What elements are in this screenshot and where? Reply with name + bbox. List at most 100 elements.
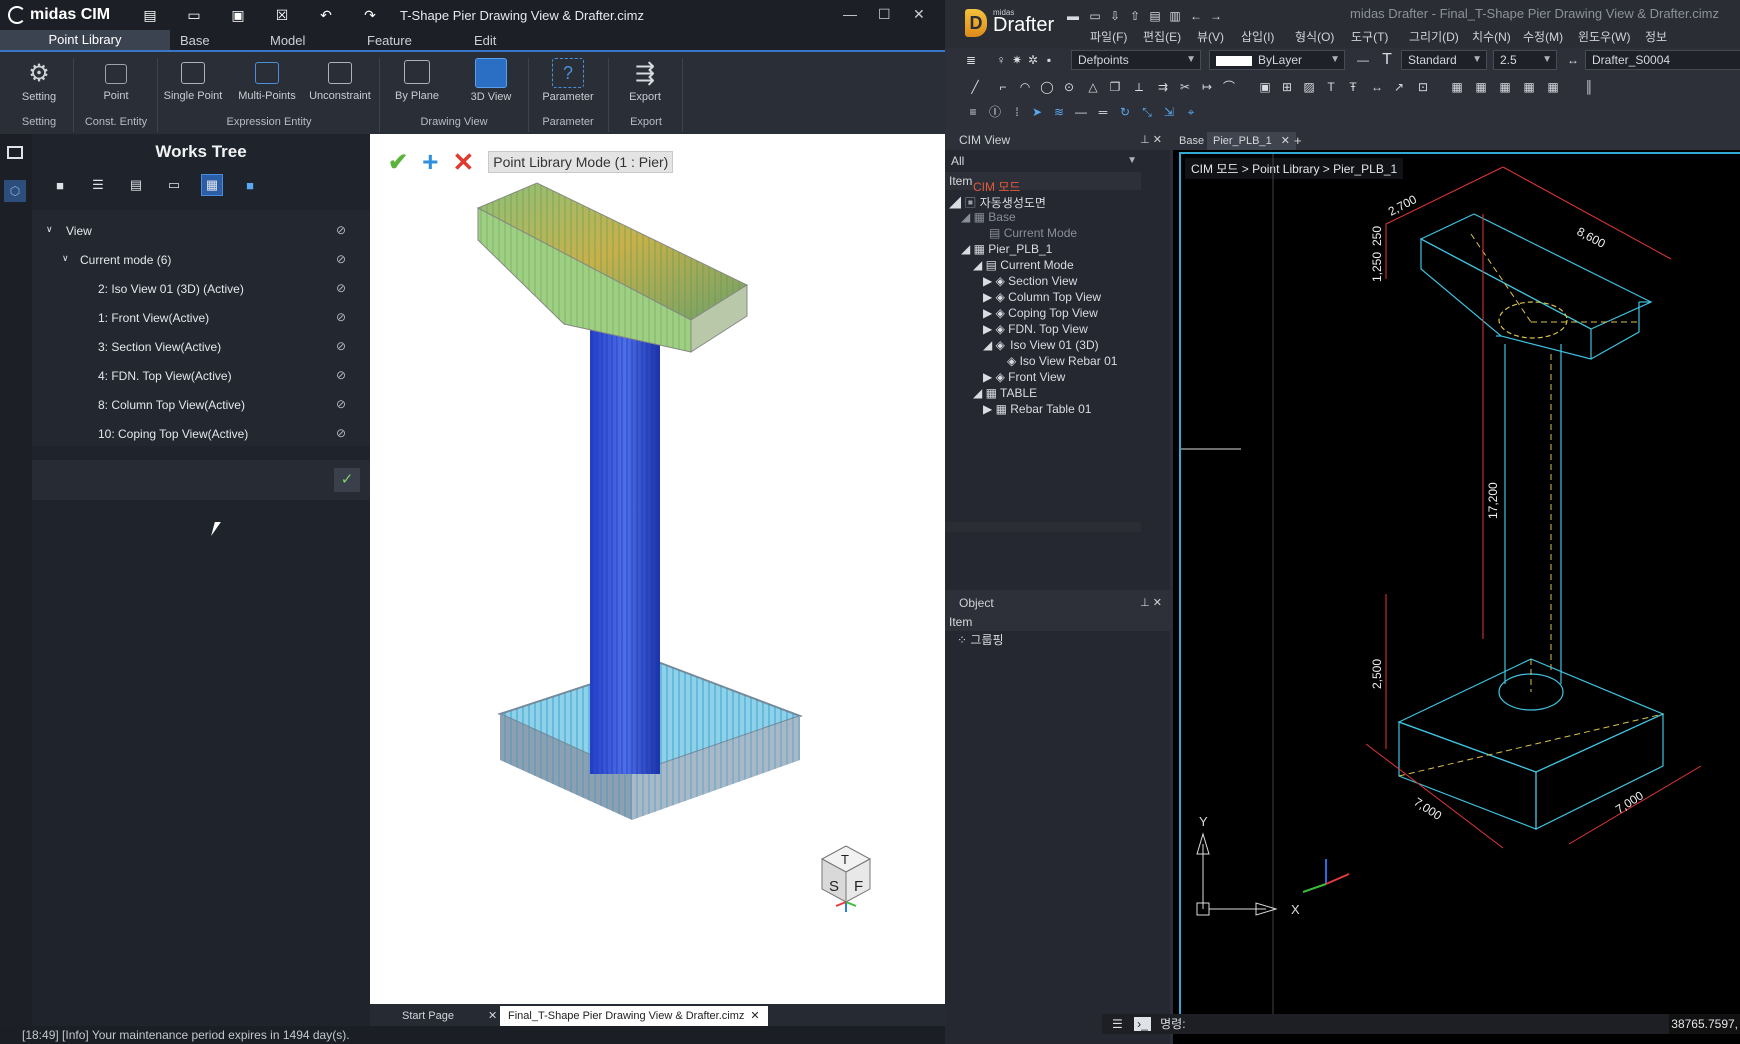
stretch-icon[interactable]: ⇲: [1161, 104, 1177, 120]
layer-stack-icon[interactable]: ≋: [1051, 104, 1067, 120]
text-icon[interactable]: T: [1323, 79, 1339, 95]
multiline-icon[interactable]: ═: [1095, 104, 1111, 120]
line-icon[interactable]: ╱: [967, 79, 983, 95]
redo-icon[interactable]: →: [1208, 8, 1224, 24]
tree-row-table[interactable]: ◢ ▦ TABLE: [973, 386, 1037, 403]
close-window-button[interactable]: ✕: [913, 6, 925, 23]
tree-item[interactable]: 8: Column Top View(Active) ⊘: [32, 390, 370, 419]
blue-cube-icon[interactable]: ■: [240, 175, 260, 195]
setting-button[interactable]: ⚙ Setting: [4, 58, 74, 108]
menu-draw[interactable]: 그리기(D): [1409, 28, 1459, 45]
expand-icon[interactable]: ▶: [983, 306, 992, 320]
visibility-off-icon[interactable]: ⊘: [336, 426, 346, 440]
offset-icon[interactable]: ⇉: [1155, 79, 1171, 95]
tree-row-auto-drawing[interactable]: ◢ ▣ 자동생성도면: [949, 194, 1046, 211]
screen-icon[interactable]: ▭: [164, 175, 184, 195]
document-icon[interactable]: ▤: [126, 175, 146, 195]
visibility-off-icon[interactable]: ⊘: [336, 281, 346, 295]
by-plane-button[interactable]: By Plane: [382, 58, 452, 108]
tree-row-rebar-table[interactable]: ▶ ▦ Rebar Table 01: [983, 402, 1091, 419]
visibility-off-icon[interactable]: ⊘: [336, 368, 346, 382]
menu-lines-icon[interactable]: ☰: [1112, 1017, 1123, 1031]
dim-style-select[interactable]: Drafter_S0004: [1585, 50, 1740, 70]
close-icon[interactable]: ✕: [488, 1010, 497, 1022]
tree-row-coping-top-view[interactable]: ▶ ◈ Coping Top View: [983, 306, 1098, 323]
tab-pier[interactable]: Pier_PLB_1 ✕: [1207, 132, 1296, 150]
mirror-icon[interactable]: ⟂: [1131, 79, 1147, 95]
menu-edit[interactable]: Edit: [474, 33, 496, 48]
expand-icon[interactable]: ▶: [983, 274, 992, 288]
point-button[interactable]: Point: [81, 58, 151, 108]
freeze-icon[interactable]: ✲: [1025, 52, 1041, 68]
extend-icon[interactable]: ↦: [1199, 79, 1215, 95]
tree-row-iso-view[interactable]: ◢ ◈ Iso View 01 (3D): [983, 338, 1143, 355]
menu-dimension[interactable]: 치수(N): [1472, 28, 1511, 45]
tree-item[interactable]: 1: Front View(Active) ⊘: [32, 303, 370, 332]
menu-edit[interactable]: 편집(E): [1143, 28, 1181, 45]
menu-base[interactable]: Base: [180, 33, 210, 48]
cube-face-top[interactable]: T: [841, 852, 849, 867]
tree-row-column-top-view[interactable]: ▶ ◈ Column Top View: [983, 290, 1101, 307]
tab-start-page[interactable]: Start Page ✕: [394, 1006, 505, 1026]
layers-icon[interactable]: ☰: [88, 175, 108, 195]
command-line[interactable]: ☰ ›_ 명령:: [1102, 1014, 1740, 1034]
mtext-icon[interactable]: Ŧ: [1345, 79, 1361, 95]
tree-node-current-mode[interactable]: ∨ Current mode (6) ⊘: [32, 245, 370, 274]
expand-icon[interactable]: ◢: [949, 196, 961, 210]
solid-cube-icon[interactable]: ■: [50, 175, 70, 195]
table-merge-icon[interactable]: ▦: [1545, 79, 1561, 95]
unconstraint-button[interactable]: Unconstraint: [305, 58, 375, 108]
copy-icon[interactable]: ❐: [1107, 79, 1123, 95]
block-icon[interactable]: ▣: [1257, 79, 1273, 95]
undo-icon[interactable]: ←: [1188, 8, 1204, 24]
open-icon[interactable]: ▭: [1087, 8, 1103, 24]
visibility-off-icon[interactable]: ⊘: [336, 252, 346, 266]
table-col-icon[interactable]: ▦: [1521, 79, 1537, 95]
bulb-icon[interactable]: ♀: [993, 52, 1009, 68]
ellipse-icon[interactable]: ⊙: [1061, 79, 1077, 95]
close-file-icon[interactable]: ☒: [273, 6, 291, 24]
expand-icon[interactable]: ▶: [983, 290, 992, 304]
object-row-grouping[interactable]: ⁘ 그룹핑: [957, 631, 1004, 648]
expand-icon[interactable]: ◢: [961, 210, 970, 224]
3d-viewport[interactable]: ✔ + ✕ Point Library Mode (1 : Pier) T S …: [370, 134, 945, 1004]
list-icon[interactable]: ≡: [965, 104, 981, 120]
print-icon[interactable]: ▤: [1147, 8, 1163, 24]
maximize-button[interactable]: ☐: [878, 6, 891, 23]
tree-row-base[interactable]: ◢ ▦ Base: [961, 210, 1016, 227]
visibility-off-icon[interactable]: ⊘: [336, 310, 346, 324]
add-tab-button[interactable]: +: [1288, 132, 1308, 150]
text-style-icon[interactable]: T: [1379, 52, 1395, 68]
view-cube[interactable]: T S F: [820, 845, 872, 912]
menu-tools[interactable]: 도구(T): [1351, 28, 1388, 45]
pin-close-icons[interactable]: ⊥ ✕: [1140, 130, 1162, 150]
tree-row-current-mode[interactable]: ▤ Current Mode: [989, 226, 1077, 243]
close-icon[interactable]: ✕: [750, 1010, 759, 1022]
tree-row-section-view[interactable]: ▶ ◈ Section View: [983, 274, 1077, 291]
polyline-icon[interactable]: ⌐: [995, 79, 1011, 95]
menu-feature[interactable]: Feature: [367, 33, 412, 48]
measure-tool-icon[interactable]: ⌖: [1183, 104, 1199, 120]
triangle-icon[interactable]: △: [1085, 79, 1101, 95]
multi-points-button[interactable]: Multi-Points: [232, 58, 302, 108]
horizontal-scrollbar[interactable]: [945, 522, 1141, 532]
expand-icon[interactable]: ▶: [983, 322, 992, 336]
single-point-button[interactable]: Single Point: [158, 58, 228, 108]
rotate-icon[interactable]: ↻: [1117, 104, 1133, 120]
menu-file[interactable]: 파일(F): [1090, 28, 1127, 45]
expand-icon[interactable]: ▶: [983, 402, 992, 416]
menu-modify[interactable]: 수정(M): [1523, 28, 1563, 45]
tab-base[interactable]: Base: [1173, 132, 1211, 150]
menu-point-library[interactable]: Point Library: [0, 30, 170, 50]
expand-icon[interactable]: ◢: [983, 338, 992, 352]
redo-icon[interactable]: ↷: [361, 6, 379, 24]
text-style-select[interactable]: Standard ▼: [1401, 50, 1487, 70]
text-box-icon[interactable]: Ⓘ: [987, 104, 1003, 120]
visibility-off-icon[interactable]: ⊘: [336, 397, 346, 411]
menu-window[interactable]: 윈도우(W): [1578, 28, 1630, 45]
open-folder-icon[interactable]: ▭: [185, 6, 203, 24]
attribute-icon[interactable]: ⁞: [1009, 104, 1025, 120]
tree-node-view[interactable]: ∨ View ⊘: [32, 216, 370, 245]
insert-block-icon[interactable]: ⊞: [1279, 79, 1295, 95]
undo-icon[interactable]: ↶: [317, 6, 335, 24]
